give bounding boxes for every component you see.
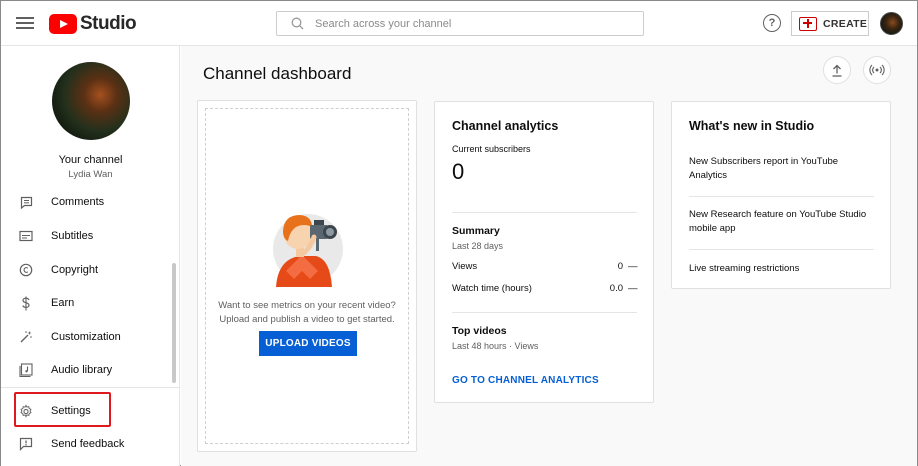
news-divider: [689, 249, 874, 250]
sidebar-item-comments[interactable]: Comments: [1, 187, 173, 217]
current-subscribers-label: Current subscribers: [452, 144, 531, 154]
magic-wand-icon: [19, 330, 33, 344]
page-title: Channel dashboard: [203, 64, 352, 83]
analytics-divider: [452, 212, 637, 213]
views-value: 0: [617, 261, 623, 272]
sidebar-item-customization[interactable]: Customization: [1, 322, 173, 352]
logo-text: Studio: [80, 13, 137, 34]
sidebar-item-label: Customization: [51, 331, 121, 343]
channel-analytics-card: Channel analytics Current subscribers 0 …: [434, 101, 654, 403]
search-icon: [283, 17, 311, 30]
feedback-icon: [19, 437, 33, 451]
top-bar: Studio ? CREATE: [1, 1, 917, 46]
sidebar-item-label: Earn: [51, 297, 75, 309]
sidebar-item-label: Audio library: [51, 364, 113, 376]
subscriber-count: 0: [452, 159, 465, 184]
sidebar-item-copyright[interactable]: Copyright: [1, 255, 173, 285]
main-content: Channel dashboard Want to see metrics on…: [181, 46, 917, 466]
upload-card: Want to see metrics on your recent video…: [197, 100, 417, 452]
channel-name: Lydia Wan: [68, 169, 113, 180]
news-item[interactable]: Live streaming restrictions: [689, 262, 874, 276]
channel-analytics-title: Channel analytics: [452, 119, 559, 133]
sidebar-item-label: Send feedback: [51, 438, 125, 450]
sidebar-item-label: Copyright: [51, 264, 99, 276]
summary-period: Last 28 days: [452, 241, 504, 251]
hamburger-menu-icon[interactable]: [15, 14, 35, 32]
search-input[interactable]: [315, 17, 615, 30]
sidebar-item-earn[interactable]: Earn: [1, 288, 173, 318]
go-to-channel-analytics-link[interactable]: GO TO CHANNEL ANALYTICS: [452, 375, 599, 386]
sidebar-item-subtitles[interactable]: Subtitles: [1, 221, 173, 251]
settings-highlight-box: [14, 392, 111, 427]
copyright-icon: [19, 263, 33, 277]
studio-logo[interactable]: Studio: [49, 13, 137, 35]
account-avatar[interactable]: [880, 12, 903, 35]
sidebar-divider: [1, 387, 180, 388]
views-label: Views: [452, 261, 478, 272]
sidebar-item-audio-library[interactable]: Audio library: [1, 355, 173, 385]
watch-time-label: Watch time (hours): [452, 283, 532, 294]
top-videos-period: Last 48 hours · Views: [452, 341, 539, 351]
upload-dropzone[interactable]: Want to see metrics on your recent video…: [205, 108, 409, 444]
whats-new-title: What's new in Studio: [689, 119, 815, 133]
summary-title: Summary: [452, 225, 500, 237]
watch-time-value: 0.0: [609, 283, 623, 294]
videographer-illustration: [268, 201, 348, 292]
help-icon[interactable]: ?: [763, 14, 781, 32]
watch-time-change: —: [628, 283, 638, 294]
upload-prompt-text: Want to see metrics on your recent video…: [218, 300, 396, 325]
subtitles-icon: [19, 229, 33, 243]
search-bar[interactable]: [276, 11, 644, 36]
comments-icon: [19, 195, 33, 209]
sidebar-item-label: Subtitles: [51, 230, 94, 242]
audio-library-icon: [19, 363, 33, 377]
your-channel-label: Your channel: [58, 154, 123, 166]
sidebar: Your channel Lydia Wan Comments Subtitle…: [1, 46, 180, 466]
top-videos-title: Top videos: [452, 325, 507, 337]
news-item[interactable]: New Research feature on YouTube Studio m…: [689, 208, 874, 236]
news-divider: [689, 196, 874, 197]
create-label: CREATE: [823, 17, 868, 30]
upload-icon[interactable]: [823, 56, 851, 84]
youtube-logo-icon: [49, 14, 77, 34]
whats-new-card: What's new in Studio New Subscribers rep…: [671, 101, 891, 289]
create-video-icon: [799, 16, 817, 31]
create-button[interactable]: CREATE: [791, 11, 869, 36]
upload-videos-button[interactable]: UPLOAD VIDEOS: [259, 331, 357, 356]
analytics-divider: [452, 312, 637, 313]
sidebar-item-label: Comments: [51, 196, 105, 208]
go-live-icon[interactable]: [863, 56, 891, 84]
sidebar-scrollbar[interactable]: [172, 263, 176, 383]
news-item[interactable]: New Subscribers report in YouTube Analyt…: [689, 155, 874, 183]
views-change: —: [628, 261, 638, 272]
dollar-icon: [19, 296, 33, 310]
sidebar-item-send-feedback[interactable]: Send feedback: [1, 429, 173, 459]
channel-avatar[interactable]: [52, 62, 130, 140]
